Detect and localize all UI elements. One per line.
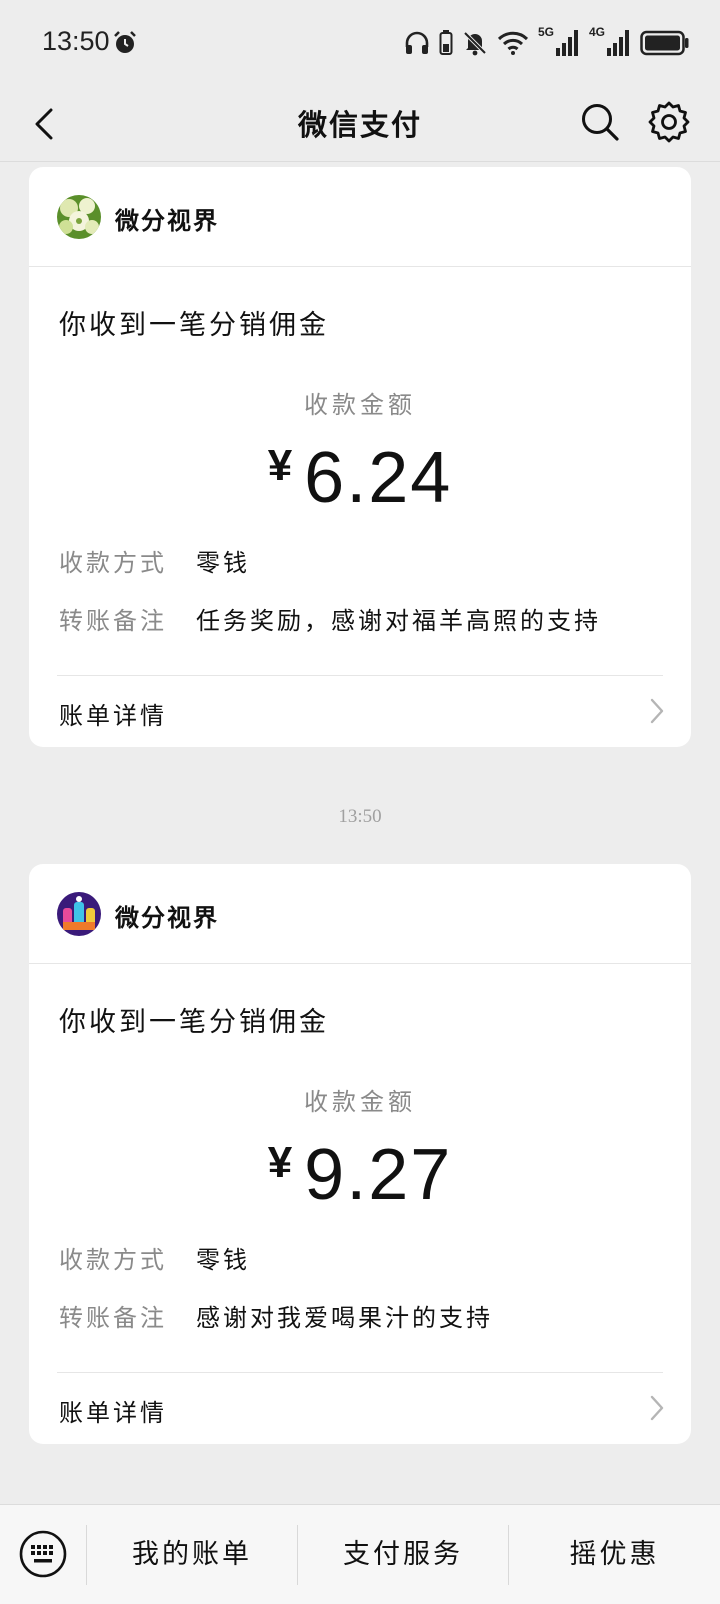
- method-value: 零钱: [196, 549, 250, 577]
- chevron-right-icon: [650, 1395, 664, 1421]
- method-row: 收款方式 零钱: [59, 1240, 250, 1275]
- amount-value: 9.27: [304, 1135, 453, 1215]
- method-row: 收款方式 零钱: [59, 543, 250, 578]
- bill-details-link[interactable]: 账单详情: [29, 676, 691, 747]
- bill-details-label: 账单详情: [59, 1399, 167, 1427]
- signal-5g-icon: 5G: [538, 25, 580, 58]
- amount-value: 6.24: [304, 438, 453, 518]
- wifi-icon: [497, 30, 529, 56]
- nav-bar: 微信支付: [0, 84, 720, 162]
- avatar: [57, 195, 101, 239]
- method-key: 收款方式: [59, 1246, 167, 1274]
- gear-icon: [648, 101, 690, 143]
- sender-name: 微分视界: [115, 904, 219, 932]
- amount-label: 收款金额: [304, 391, 416, 419]
- menu-payment-services[interactable]: 支付服务: [298, 1505, 508, 1604]
- headphones-icon: [404, 31, 430, 55]
- network-5g-label: 5G: [538, 25, 555, 39]
- mute-icon: [462, 30, 488, 56]
- amount: ¥6.24: [29, 437, 691, 519]
- signal-4g-icon: 4G: [589, 25, 631, 58]
- search-icon: [582, 104, 619, 141]
- amount: ¥9.27: [29, 1134, 691, 1216]
- chevron-right-icon: [650, 698, 664, 724]
- payment-card[interactable]: 微分视界 你收到一笔分销佣金 收款金额 ¥9.27 收款方式 零钱 转账备注 感谢对…: [29, 864, 691, 1444]
- battery-icon: [640, 30, 690, 56]
- message-timestamp: 13:50: [338, 806, 382, 827]
- settings-button[interactable]: [646, 99, 692, 145]
- battery-small-icon: [439, 30, 453, 56]
- card-header: 微分视界: [29, 864, 691, 964]
- note-key: 转账备注: [59, 607, 167, 635]
- amount-label: 收款金额: [304, 1088, 416, 1116]
- network-4g-label: 4G: [589, 25, 606, 39]
- bottom-menu-bar: 我的账单 支付服务 摇优惠: [0, 1504, 720, 1604]
- sender-name: 微分视界: [115, 207, 219, 235]
- card-title: 你收到一笔分销佣金: [59, 1007, 329, 1038]
- payment-card[interactable]: 微分视界 你收到一笔分销佣金 收款金额 ¥6.24 收款方式 零钱 转账备注 任务奖…: [29, 167, 691, 747]
- note-value: 任务奖励，感谢对福羊高照的支持: [196, 607, 601, 635]
- currency-symbol: ¥: [267, 441, 293, 490]
- status-icons: 5G 4G: [404, 25, 690, 60]
- menu-shake-offers[interactable]: 摇优惠: [509, 1505, 720, 1604]
- search-button[interactable]: [578, 100, 622, 144]
- card-header: 微分视界: [29, 167, 691, 267]
- note-key: 转账备注: [59, 1304, 167, 1332]
- keyboard-icon: [19, 1530, 67, 1578]
- currency-symbol: ¥: [267, 1138, 293, 1187]
- keyboard-toggle-button[interactable]: [18, 1529, 68, 1579]
- menu-my-bills[interactable]: 我的账单: [87, 1505, 297, 1604]
- bill-details-label: 账单详情: [59, 702, 167, 730]
- avatar: [57, 892, 101, 936]
- note-value: 感谢对我爱喝果汁的支持: [196, 1304, 493, 1332]
- status-bar: 13:50 5G 4G: [0, 0, 720, 84]
- note-row: 转账备注 感谢对我爱喝果汁的支持: [59, 1298, 493, 1333]
- method-key: 收款方式: [59, 549, 167, 577]
- card-title: 你收到一笔分销佣金: [59, 310, 329, 341]
- alarm-icon: [112, 30, 138, 60]
- bill-details-link[interactable]: 账单详情: [29, 1373, 691, 1444]
- note-row: 转账备注 任务奖励，感谢对福羊高照的支持: [59, 601, 601, 636]
- method-value: 零钱: [196, 1246, 250, 1274]
- status-time: 13:50: [42, 26, 110, 56]
